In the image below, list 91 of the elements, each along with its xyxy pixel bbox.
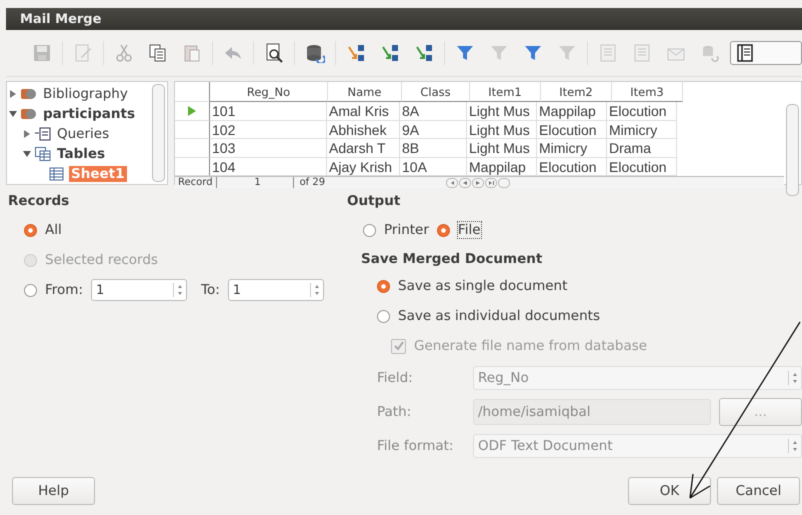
radio-label[interactable]: From: [45,282,83,298]
expanded-arrow-icon[interactable] [9,110,17,118]
table-cell: Light Mus [467,120,537,139]
radio-button[interactable] [24,224,37,236]
table-cell: Mimicry [537,139,607,158]
row-header[interactable] [175,102,210,120]
section-heading: Output [347,193,402,209]
table-cell: Elocution [607,102,677,120]
column-header[interactable]: Item3 [612,82,683,102]
radio-button[interactable] [363,224,376,236]
record-number-field[interactable]: 1 [222,177,294,188]
field-label: File format: [377,438,454,454]
pencil-page-icon [73,43,93,63]
table-cell: Mappilap [537,102,607,120]
clipboard-icon [182,43,202,63]
window-title: Mail Merge [20,12,102,26]
tree-item[interactable]: participants [41,106,138,122]
cancel-button[interactable]: Cancel [717,477,800,505]
table-cell: Light Mus [467,102,537,120]
radio-button[interactable] [377,280,390,292]
to-label: To: [201,282,220,298]
tree-item[interactable]: Queries [55,126,112,142]
table-cell: Drama [607,139,677,158]
table-cell: 8A [400,102,467,120]
grid-corner [175,82,210,102]
scrollbar[interactable] [152,84,165,182]
table-cell: 102 [210,120,327,139]
document-lines-icon [598,43,618,63]
radio-button[interactable] [436,224,450,236]
filter-remove-icon [557,43,577,63]
section-heading: Save Merged Document [361,251,544,267]
column-header[interactable]: Reg_No [210,82,328,102]
field-label: Path: [377,404,412,420]
toolbar-button[interactable] [730,41,802,65]
database-icon [21,107,37,121]
table-cell: Amal Kris [327,102,400,120]
funnel-icon [455,43,475,63]
tree-item[interactable]: Bibliography [41,86,130,102]
collapsed-arrow-icon[interactable] [23,130,31,138]
table-cell: Light Mus [467,139,537,158]
table-cell: 8B [400,139,467,158]
column-header[interactable]: Item2 [541,82,612,102]
sort-icon [346,43,366,63]
filter-check-icon [489,43,509,63]
help-button[interactable]: Help [12,477,95,505]
row-header[interactable] [175,139,210,158]
book-icon [735,43,755,63]
radio-label[interactable]: File [458,222,481,238]
column-header[interactable]: Item1 [470,82,541,102]
column-header[interactable]: Class [402,82,470,102]
database-convert-icon [700,43,720,63]
tree-item[interactable]: Tables [55,146,108,162]
radio-label[interactable]: Printer [384,222,429,238]
table-cell: 101 [210,102,327,120]
copy-icon [148,43,168,63]
table-icon [49,167,65,181]
table-cell: Adarsh T [327,139,400,158]
row-header[interactable] [175,120,210,139]
radio-button[interactable] [24,284,37,296]
section-heading: Records [8,193,70,209]
document-lines-icon [632,43,652,63]
from-spin-field[interactable]: 1 [91,279,187,301]
expanded-arrow-icon[interactable] [23,150,31,158]
funnel-icon [523,43,543,63]
query-icon [35,127,51,141]
radio-label[interactable]: All [45,222,62,238]
sort-icon [380,43,400,63]
record-label: Record [175,177,217,188]
check-mark-icon [392,340,404,352]
radio-button[interactable] [377,310,390,322]
table-cell: Elocution [537,120,607,139]
table-cell: 103 [210,139,327,158]
radio-label[interactable]: Save as single document [398,278,568,294]
table-cell: Mimicry [607,120,677,139]
table-cell: 9A [400,120,467,139]
database-icon [21,87,37,101]
collapsed-arrow-icon[interactable] [9,90,17,98]
column-header[interactable]: Name [328,82,402,102]
scissors-icon [114,43,134,63]
field-label: Field: [377,370,414,386]
current-row-icon [188,106,196,116]
magnifier-page-icon [264,43,284,63]
sort-icon [414,43,434,63]
table-icon [35,147,51,161]
record-count: of 29 [300,177,326,188]
table-cell: Abhishek [327,120,400,139]
scrollbar[interactable] [786,104,799,196]
to-spin-field[interactable]: 1 [228,279,324,301]
radio-label[interactable]: Save as individual documents [398,308,600,324]
database-icon [305,43,325,63]
ok-button[interactable]: OK [628,477,711,505]
